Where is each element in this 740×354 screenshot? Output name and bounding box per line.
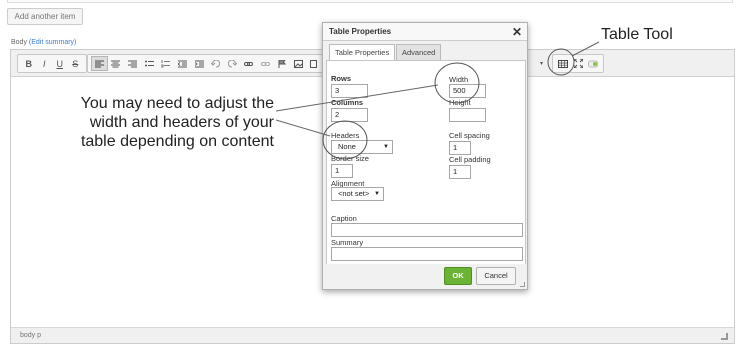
indent-icon[interactable] [191,56,208,71]
align-center-icon[interactable] [108,56,125,71]
alignment-select-value: <not set> [338,189,370,198]
table-icon[interactable] [556,56,571,71]
align-left-icon[interactable] [91,56,108,71]
summary-label: Summary [331,238,364,247]
chevron-down-icon: ▾ [540,61,544,67]
chevron-down-icon: ▼ [374,191,380,197]
redo-icon[interactable] [224,56,241,71]
columns-label: Columns [331,98,364,107]
edit-summary-link[interactable]: (Edit summary) [29,39,76,46]
source-toggle-icon[interactable] [585,56,600,71]
table-tool-annotation: Table Tool [601,26,673,43]
height-input[interactable] [449,108,486,122]
tab-advanced[interactable]: Advanced [396,44,442,60]
align-right-icon[interactable] [124,56,141,71]
width-label: Width [449,75,469,84]
alignment-select[interactable]: <not set> ▼ [331,187,384,201]
annotation-note: You may need to adjust the width and hea… [40,94,274,151]
link-icon[interactable] [241,56,258,71]
cancel-button[interactable]: Cancel [476,267,516,285]
chevron-down-icon: ▼ [383,144,389,150]
numbered-list-icon[interactable] [158,56,175,71]
headers-label: Headers [331,131,360,140]
dialog-footer: OK Cancel [323,264,527,289]
rows-label: Rows [331,74,352,83]
body-label-text: Body [11,39,27,46]
height-label: Height [449,98,471,107]
table-properties-dialog: Table Properties ✕ Table Properties Adva… [322,22,528,290]
format-dropdown[interactable]: ▾ [537,54,547,73]
italic-button[interactable]: I [37,56,53,71]
border-size-label: Border size [331,154,369,163]
cell-padding-input[interactable]: 1 [449,165,471,179]
anchor-flag-icon[interactable] [274,56,291,71]
caption-label: Caption [331,214,357,223]
annotation-line-3: table depending on content [80,133,274,150]
rows-input[interactable]: 3 [331,84,368,98]
bullet-list-icon[interactable] [141,56,158,71]
headers-select[interactable]: None ▼ [331,140,393,154]
columns-input[interactable]: 2 [331,108,368,122]
width-input[interactable]: 500 [449,84,486,98]
previous-field-edge [7,0,733,3]
editor-statusbar: body p [11,327,734,343]
dialog-resize-grip[interactable] [520,282,525,287]
tab-table-properties[interactable]: Table Properties [329,44,396,61]
add-another-item-button[interactable]: Add another item [7,8,83,25]
bold-button[interactable]: B [21,56,37,71]
format-button-group: B I U S [17,54,87,73]
image-icon[interactable] [291,56,308,71]
close-icon[interactable]: ✕ [512,24,522,40]
headers-select-value: None [338,142,356,151]
unlink-icon[interactable] [257,56,274,71]
outdent-icon[interactable] [174,56,191,71]
summary-input[interactable] [331,247,523,261]
dialog-title: Table Properties [323,23,527,41]
resize-grip[interactable] [721,333,728,340]
paragraph-button-group [87,54,323,73]
maximize-icon[interactable] [571,56,586,71]
ok-button[interactable]: OK [444,267,472,285]
annotation-line-2: width and headers of your [89,114,274,131]
underline-button[interactable]: U [52,56,68,71]
caption-input[interactable] [331,223,523,237]
strikethrough-button[interactable]: S [68,56,84,71]
table-properties-panel: Rows 3 Columns 2 Headers None ▼ Border s… [326,60,526,265]
cell-spacing-label: Cell spacing [449,131,490,140]
border-size-input[interactable]: 1 [331,164,353,178]
annotation-line-1: You may need to adjust the [80,95,274,112]
body-field-label: Body (Edit summary) [11,39,76,46]
table-button-group [552,54,604,73]
media-icon[interactable] [307,56,319,71]
cell-padding-label: Cell padding [449,155,491,164]
undo-icon[interactable] [207,56,224,71]
cell-spacing-input[interactable]: 1 [449,141,471,155]
